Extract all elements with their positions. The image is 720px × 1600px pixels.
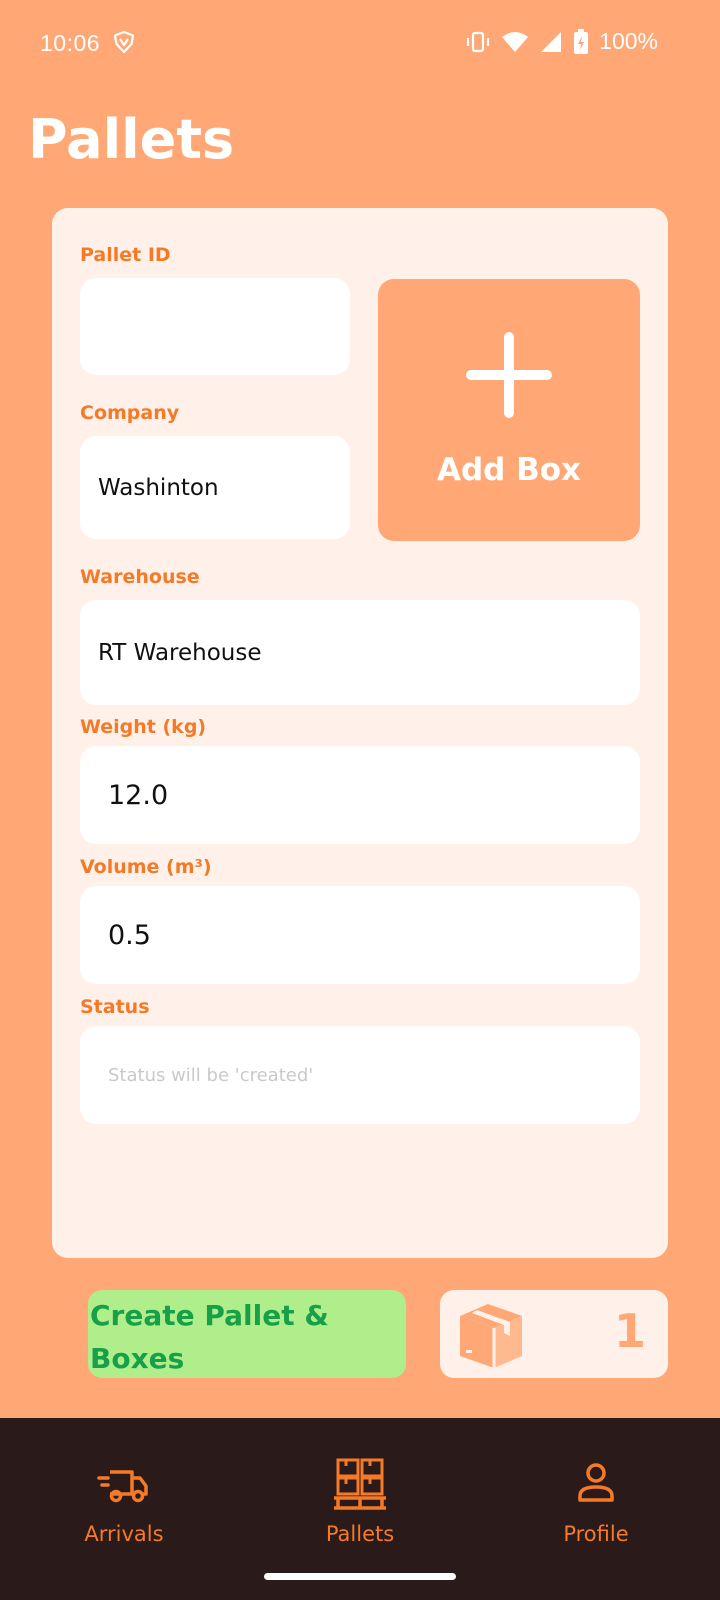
battery-icon xyxy=(574,28,589,54)
gesture-bar[interactable] xyxy=(264,1573,456,1580)
nav-label-profile: Profile xyxy=(563,1522,629,1546)
box-count: 1 xyxy=(613,1304,646,1358)
status-label: Status xyxy=(80,996,150,1018)
create-pallet-button[interactable]: Create Pallet & Boxes xyxy=(88,1290,406,1378)
volume-label: Volume (m³) xyxy=(80,856,212,878)
plus-icon xyxy=(466,332,552,418)
cell-signal-icon xyxy=(541,31,562,52)
box-counter[interactable]: 1 xyxy=(440,1290,668,1378)
weight-input[interactable]: 12.0 xyxy=(80,746,640,844)
nav-item-arrivals[interactable]: Arrivals xyxy=(4,1418,244,1568)
add-box-button[interactable]: Add Box xyxy=(378,279,640,541)
pallet-id-label: Pallet ID xyxy=(80,244,171,266)
status-input[interactable]: Status will be 'created' xyxy=(80,1026,640,1124)
page-title: Pallets xyxy=(28,108,235,171)
nav-label-pallets: Pallets xyxy=(325,1522,395,1546)
company-value: Washinton xyxy=(98,474,219,501)
company-input[interactable]: Washinton xyxy=(80,436,350,539)
volume-value: 0.5 xyxy=(108,919,151,951)
warehouse-value: RT Warehouse xyxy=(98,639,262,666)
volume-input[interactable]: 0.5 xyxy=(80,886,640,984)
add-box-label: Add Box xyxy=(436,452,582,488)
vibrate-icon xyxy=(467,31,490,52)
company-label: Company xyxy=(80,402,180,424)
pallets-icon xyxy=(334,1458,386,1510)
weight-label: Weight (kg) xyxy=(80,716,207,738)
nav-item-profile[interactable]: Profile xyxy=(476,1418,716,1568)
status-time: 10:06 xyxy=(40,30,101,56)
vpn-shield-icon xyxy=(113,30,135,54)
person-icon xyxy=(578,1463,614,1502)
status-icons: 100% xyxy=(465,28,658,55)
warehouse-label: Warehouse xyxy=(80,566,200,588)
battery-percent: 100% xyxy=(599,28,658,54)
wifi-icon xyxy=(502,31,529,52)
pallet-id-input[interactable] xyxy=(80,278,350,375)
nav-item-pallets[interactable]: Pallets xyxy=(240,1418,480,1568)
status-placeholder: Status will be 'created' xyxy=(108,1064,314,1086)
nav-label-arrivals: Arrivals xyxy=(84,1522,164,1546)
status-bar: 10:06 100% xyxy=(0,0,720,86)
truck-icon xyxy=(97,1470,148,1503)
weight-value: 12.0 xyxy=(108,779,169,811)
box-icon xyxy=(460,1304,522,1368)
warehouse-input[interactable]: RT Warehouse xyxy=(80,600,640,705)
